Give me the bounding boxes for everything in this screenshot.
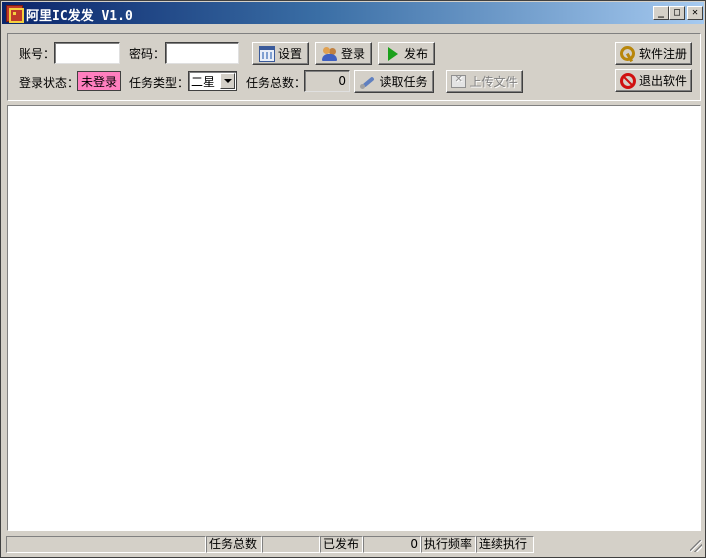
window-title: 阿里IC发发 V1.0 [26,9,133,24]
task-type-label: 任务类型： [129,76,190,90]
settings-button[interactable]: 设置 [252,42,309,65]
password-label: 密码： [129,47,166,61]
key-icon [619,45,636,62]
register-button[interactable]: 软件注册 [615,42,692,65]
publish-button[interactable]: 发布 [378,42,435,65]
upload-file-button-label: 上传文件 [469,75,518,89]
status-task-total-value [262,536,320,553]
users-icon [321,46,338,62]
account-input[interactable] [54,42,120,64]
account-label: 账号： [19,47,56,61]
chevron-down-icon[interactable] [220,73,235,89]
title-bar[interactable]: 阿里IC发发 V1.0 _ □ ✕ [2,2,704,24]
app-logo-icon [6,5,24,23]
password-input[interactable] [165,42,239,64]
task-list-area[interactable] [7,105,701,531]
status-mode-value: 连续执行 [476,536,534,553]
exit-button[interactable]: 退出软件 [615,69,692,92]
read-tasks-button-label: 读取任务 [379,75,428,89]
no-entry-icon [619,72,636,89]
calendar-grid-icon [258,45,275,62]
maximize-button[interactable]: □ [669,6,685,20]
register-button-label: 软件注册 [638,47,687,61]
status-published-label: 已发布 [320,536,363,553]
settings-button-label: 设置 [277,47,302,61]
status-cell-empty [6,536,206,553]
task-type-select[interactable]: 二星 [188,71,237,91]
minimize-button[interactable]: _ [653,6,669,20]
status-frequency-label: 执行频率 [421,536,476,553]
tools-icon [360,74,376,90]
toolbar-panel: 账号： 密码： 设置 登录 发布 软件注册 登录状态： 未登录 任务类型： 二星… [7,33,701,101]
publish-button-label: 发布 [403,47,428,61]
upload-file-button: 上传文件 [446,70,523,93]
main-window: 阿里IC发发 V1.0 _ □ ✕ 账号： 密码： 设置 登录 发布 软件注册 … [0,0,706,558]
task-total-field [304,70,350,92]
status-published-value: 0 [363,536,421,553]
login-status-badge: 未登录 [77,71,121,91]
task-total-label: 任务总数： [246,76,307,90]
login-button[interactable]: 登录 [315,42,372,65]
task-type-value: 二星 [191,75,216,89]
login-status-label: 登录状态： [19,76,80,90]
status-task-total-label: 任务总数 [206,536,262,553]
upload-file-icon [451,74,467,88]
exit-button-label: 退出软件 [638,74,687,88]
close-button[interactable]: ✕ [687,6,703,20]
login-button-label: 登录 [340,47,365,61]
status-bar: 任务总数 已发布 0 执行频率 连续执行 [2,534,704,554]
play-icon [385,46,401,62]
resize-grip-icon[interactable] [690,540,702,552]
read-tasks-button[interactable]: 读取任务 [354,70,434,93]
